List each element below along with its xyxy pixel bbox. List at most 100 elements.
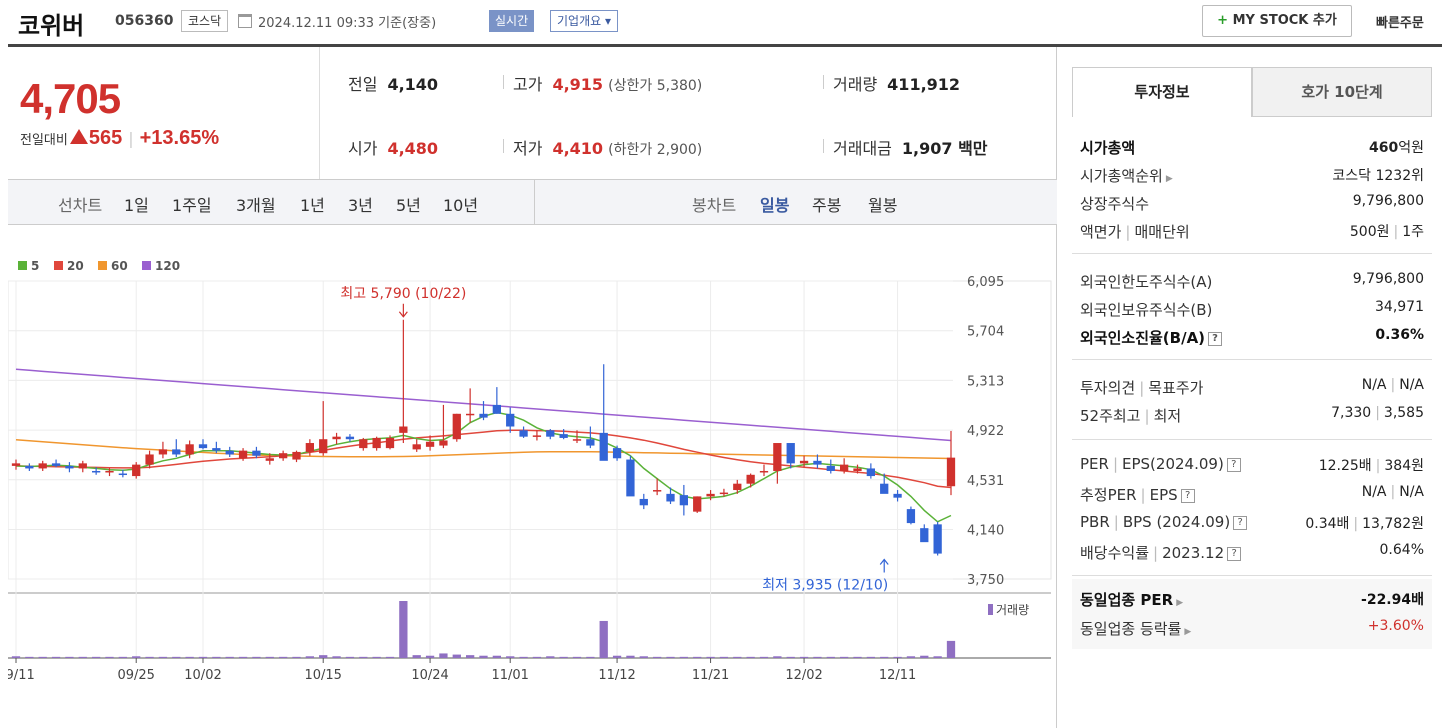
candle-body	[25, 465, 34, 469]
volume-bar	[666, 656, 675, 658]
tab-weekly[interactable]: 주봉	[812, 192, 841, 216]
realtime-button[interactable]: 실시간	[489, 10, 535, 32]
candle-body	[773, 443, 782, 471]
volume-bar	[198, 656, 208, 658]
volume-bar	[399, 601, 408, 658]
volume-bar	[733, 656, 742, 658]
volume-bar	[238, 656, 248, 658]
candlestick-chart[interactable]: 5 20 60 120 6,095 5,704 5,313 4,922 4,531 4,140 3,…	[8, 250, 1057, 720]
candle-body	[799, 460, 809, 464]
tab-1d[interactable]: 1일	[124, 192, 149, 216]
volume-bar	[946, 640, 956, 658]
add-my-stock-button[interactable]: + MY STOCK 추가	[1202, 5, 1352, 37]
candle-body	[78, 463, 87, 469]
candle-body	[466, 413, 475, 416]
help-icon[interactable]: ?	[1233, 515, 1248, 530]
shares-row: 상장주식수 9,796,800	[1080, 193, 1424, 213]
volume-bar	[172, 656, 181, 658]
tab-5y[interactable]: 5년	[396, 192, 421, 216]
candle-body	[359, 439, 368, 449]
candle-body	[840, 464, 849, 471]
caret-right-icon: ▶	[1165, 174, 1173, 184]
volume-bar	[532, 656, 542, 658]
low-stat: 저가 4,410 (하한가 2,900)	[513, 139, 703, 158]
tab-daily[interactable]: 일봉	[760, 192, 789, 216]
volume-bar	[132, 656, 141, 658]
x-tick-label: 12/11	[879, 668, 916, 683]
change-label: 전일대비	[20, 133, 68, 148]
market-badge: 코스닥	[181, 10, 229, 32]
candle-body	[412, 444, 421, 450]
volume-bar	[572, 656, 582, 658]
tab-investment-info[interactable]: 투자정보	[1072, 67, 1252, 117]
volume-bar	[345, 656, 355, 658]
candle-body	[439, 440, 448, 446]
chart-tab-bar: 선차트 1일 1주일 3개월 1년 3년 5년 10년 봉차트 일봉 주봉 월봉	[8, 179, 1057, 225]
y-tick-label: 6,095	[967, 275, 1004, 290]
tab-order-book[interactable]: 호가 10단계	[1252, 67, 1432, 117]
stock-name: 코위버	[18, 12, 85, 40]
candle-body	[612, 448, 622, 459]
candle-body	[666, 493, 675, 502]
help-icon[interactable]: ?	[1180, 488, 1195, 503]
tab-1w[interactable]: 1주일	[172, 192, 212, 216]
help-icon[interactable]: ?	[1227, 546, 1242, 561]
candle-body	[506, 413, 515, 427]
volume-bar	[880, 656, 889, 658]
tab-3y[interactable]: 3년	[348, 192, 373, 216]
candle-body	[38, 463, 47, 469]
volume-bar	[252, 656, 261, 658]
candle-body	[425, 441, 435, 447]
volume-bar	[826, 656, 835, 658]
candle-body	[158, 449, 168, 455]
line-chart-label: 선차트	[58, 196, 103, 215]
candle-body	[586, 439, 595, 446]
stock-header: 코위버 056360 코스닥 2024.12.11 09:33 기준(장중) 실…	[0, 0, 1442, 44]
volume-stat: 거래량 411,912	[833, 75, 961, 94]
change-amount: 565	[88, 127, 123, 149]
x-tick-label: 10/24	[411, 668, 448, 683]
open-stat: 시가 4,480	[348, 139, 439, 158]
volume-bar	[693, 656, 702, 658]
corp-info-dropdown[interactable]: 기업개요 ▾	[550, 10, 618, 32]
candle-body	[479, 413, 488, 418]
volume-bar	[906, 656, 916, 658]
volume-bar	[225, 656, 234, 658]
candle-chart-label: 봉차트	[692, 196, 737, 215]
candle-body	[880, 483, 889, 494]
candle-body	[225, 450, 234, 455]
industry-per-row: 동일업종 PER ▶ -22.94배	[1080, 591, 1424, 609]
tab-monthly[interactable]: 월봉	[868, 192, 897, 216]
candle-body	[198, 444, 208, 449]
candle-body	[292, 451, 301, 460]
calendar-icon	[238, 14, 252, 28]
candle-body	[853, 468, 862, 471]
candle-body	[185, 444, 194, 455]
tab-10y[interactable]: 10년	[443, 192, 478, 216]
amount-stat: 거래대금 1,907 백만	[833, 139, 988, 158]
change-percent: +13.65%	[139, 127, 220, 149]
candle-body	[893, 493, 902, 498]
legend-swatch-20	[54, 261, 63, 270]
volume-bar	[38, 656, 47, 658]
stock-code: 056360	[115, 13, 174, 29]
candle-body	[559, 434, 568, 438]
legend-label-5: 5	[31, 259, 39, 273]
quick-order-link[interactable]: 빠른주문	[1376, 12, 1424, 31]
candle-body	[118, 473, 127, 476]
x-tick-label: 09/25	[117, 668, 154, 683]
help-icon[interactable]: ?	[1208, 331, 1223, 346]
volume-bar	[786, 656, 795, 658]
market-cap-rank-row: 시가총액순위 ▶ 코스닥 1232위	[1080, 167, 1424, 185]
tab-3m[interactable]: 3개월	[236, 192, 276, 216]
help-icon[interactable]: ?	[1226, 457, 1241, 472]
candle-body	[65, 465, 74, 469]
tab-1y[interactable]: 1년	[300, 192, 325, 216]
candle-body	[626, 459, 635, 497]
volume-bar	[920, 655, 929, 658]
legend-label-20: 20	[67, 259, 84, 273]
candle-body	[946, 457, 956, 487]
candle-body	[679, 495, 688, 506]
volume-bar	[813, 656, 822, 658]
candle-body	[92, 470, 101, 473]
